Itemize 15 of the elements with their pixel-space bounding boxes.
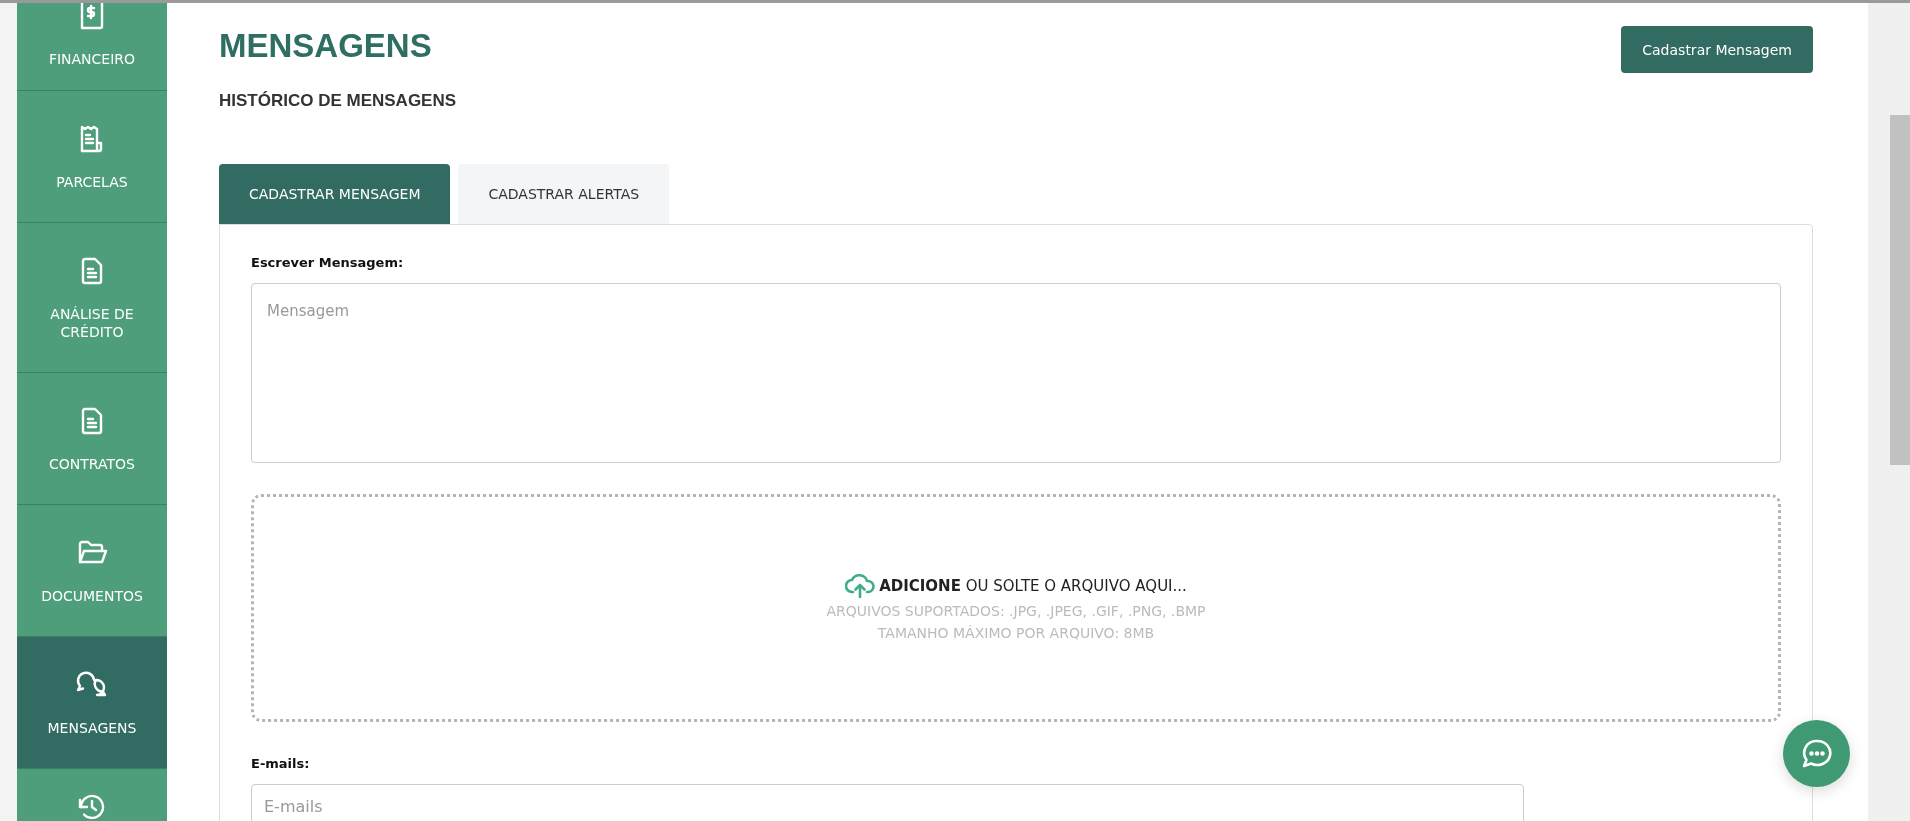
- cloud-upload-icon: [845, 573, 876, 599]
- register-message-button[interactable]: Cadastrar Mensagem: [1621, 26, 1813, 73]
- page-subtitle: HISTÓRICO DE MENSAGENS: [219, 91, 457, 111]
- tab[interactable]: CADASTRAR ALERTAS: [458, 164, 670, 224]
- tab[interactable]: CADASTRAR MENSAGEM: [219, 164, 451, 224]
- supported-formats-text: ARQUIVOS SUPORTADOS: .JPG, .JPEG, .GIF, .PNG, .BMP: [826, 602, 1206, 621]
- message-field[interactable]: Mensagem: [251, 283, 1781, 463]
- sidebar-item[interactable]: MENSAGENS: [17, 637, 167, 769]
- file-dropzone[interactable]: ADICIONE OU SOLTE O ARQUIVO AQUI... ARQUIVOS SUPORTADOS: .JPG, .JPEG, .GIF, .PNG, .BMP TAMANHO MÁXIMO POR ARQUIVO: 8MB: [251, 494, 1781, 722]
- field-label: E-mails:: [251, 756, 311, 771]
- emails-field[interactable]: E-mails: [251, 784, 1524, 821]
- field-label: Escrever Mensagem:: [251, 255, 405, 270]
- page-title: MENSAGENS: [219, 26, 433, 66]
- max-size-text: TAMANHO MÁXIMO POR ARQUIVO: 8MB: [877, 624, 1155, 643]
- dropzone-instruction: ADICIONE OU SOLTE O ARQUIVO AQUI...: [879, 577, 1187, 595]
